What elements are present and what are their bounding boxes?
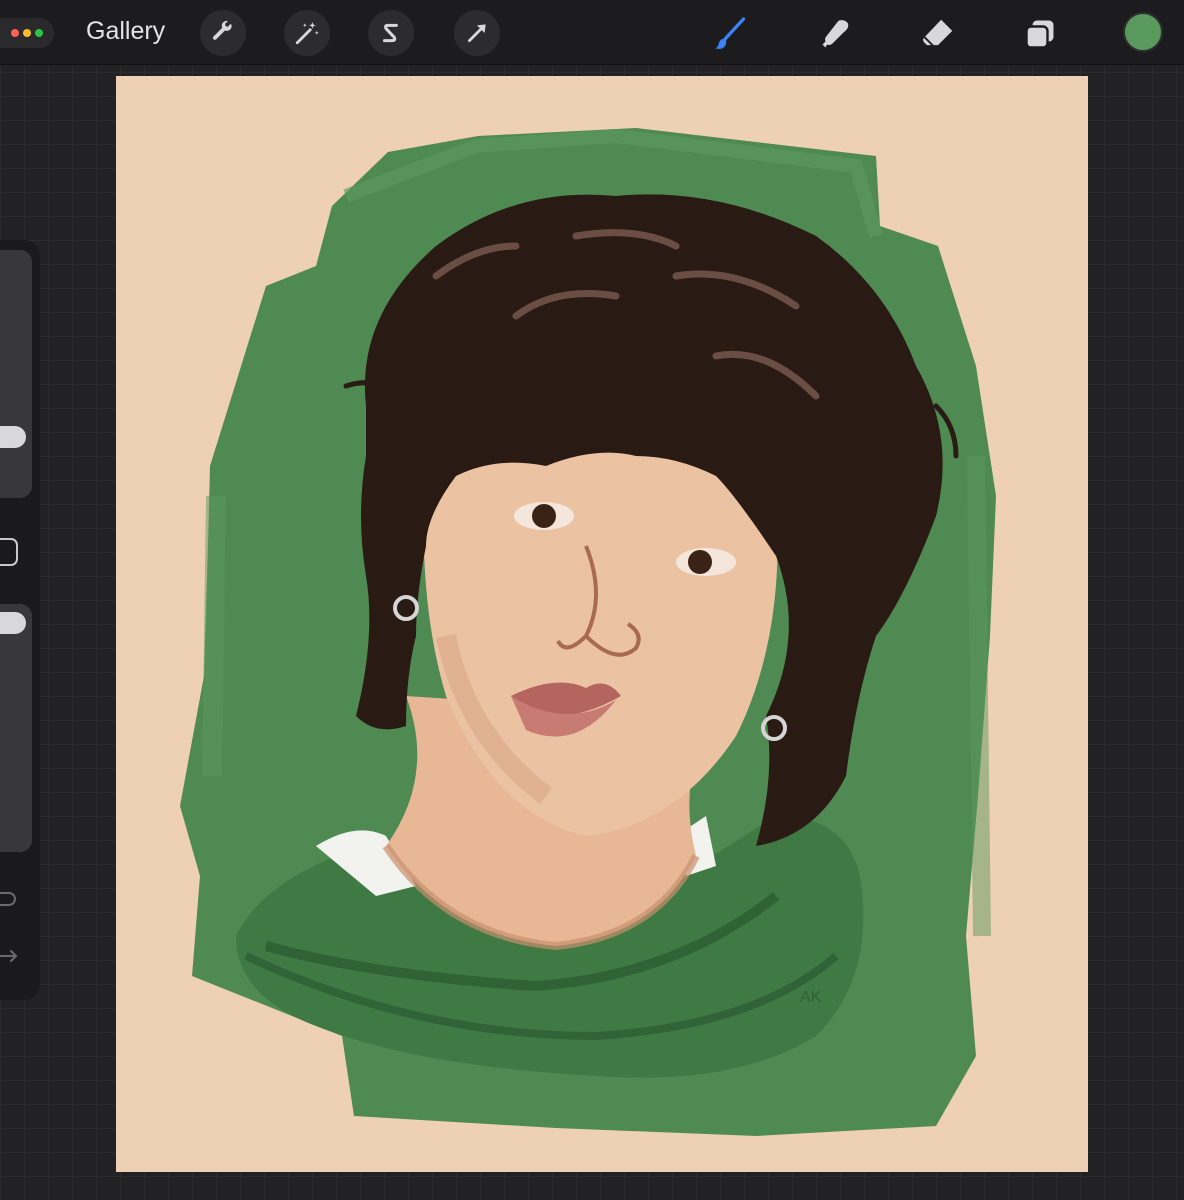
brush-size-slider[interactable] <box>0 250 32 498</box>
opacity-slider[interactable] <box>0 604 32 852</box>
color-picker[interactable] <box>1123 12 1163 52</box>
eraser-tool[interactable] <box>916 12 960 56</box>
minimize-dot[interactable] <box>23 29 31 37</box>
selection-button[interactable] <box>368 10 414 56</box>
gallery-button[interactable]: Gallery <box>86 17 165 46</box>
brush-size-handle[interactable] <box>0 426 26 448</box>
brush-tool[interactable] <box>708 12 752 56</box>
artwork-canvas[interactable]: AK <box>116 76 1088 1172</box>
modify-button[interactable] <box>0 538 18 566</box>
zoom-dot[interactable] <box>35 29 43 37</box>
close-dot[interactable] <box>11 29 19 37</box>
adjustments-button[interactable] <box>284 10 330 56</box>
selection-s-icon <box>382 23 398 43</box>
eraser-icon <box>923 19 953 47</box>
brush-icon <box>715 17 746 49</box>
redo-icon[interactable] <box>0 946 20 966</box>
top-toolbar: Gallery <box>0 0 1184 65</box>
undo-icon[interactable] <box>0 892 16 906</box>
smudge-finger-icon <box>822 20 849 48</box>
window-controls[interactable] <box>0 18 54 48</box>
arrow-cursor-icon <box>468 24 486 42</box>
portrait-painting: AK <box>116 76 1088 1172</box>
transform-button[interactable] <box>454 10 500 56</box>
smudge-tool[interactable] <box>814 12 858 56</box>
magic-wand-icon <box>295 22 319 45</box>
actions-button[interactable] <box>200 10 246 56</box>
layers-icon <box>1025 20 1054 49</box>
wrench-icon <box>212 20 232 40</box>
layers-tool[interactable] <box>1018 12 1062 56</box>
opacity-handle[interactable] <box>0 612 26 634</box>
artist-signature: AK <box>800 989 822 1006</box>
left-sidebar <box>0 240 40 1000</box>
